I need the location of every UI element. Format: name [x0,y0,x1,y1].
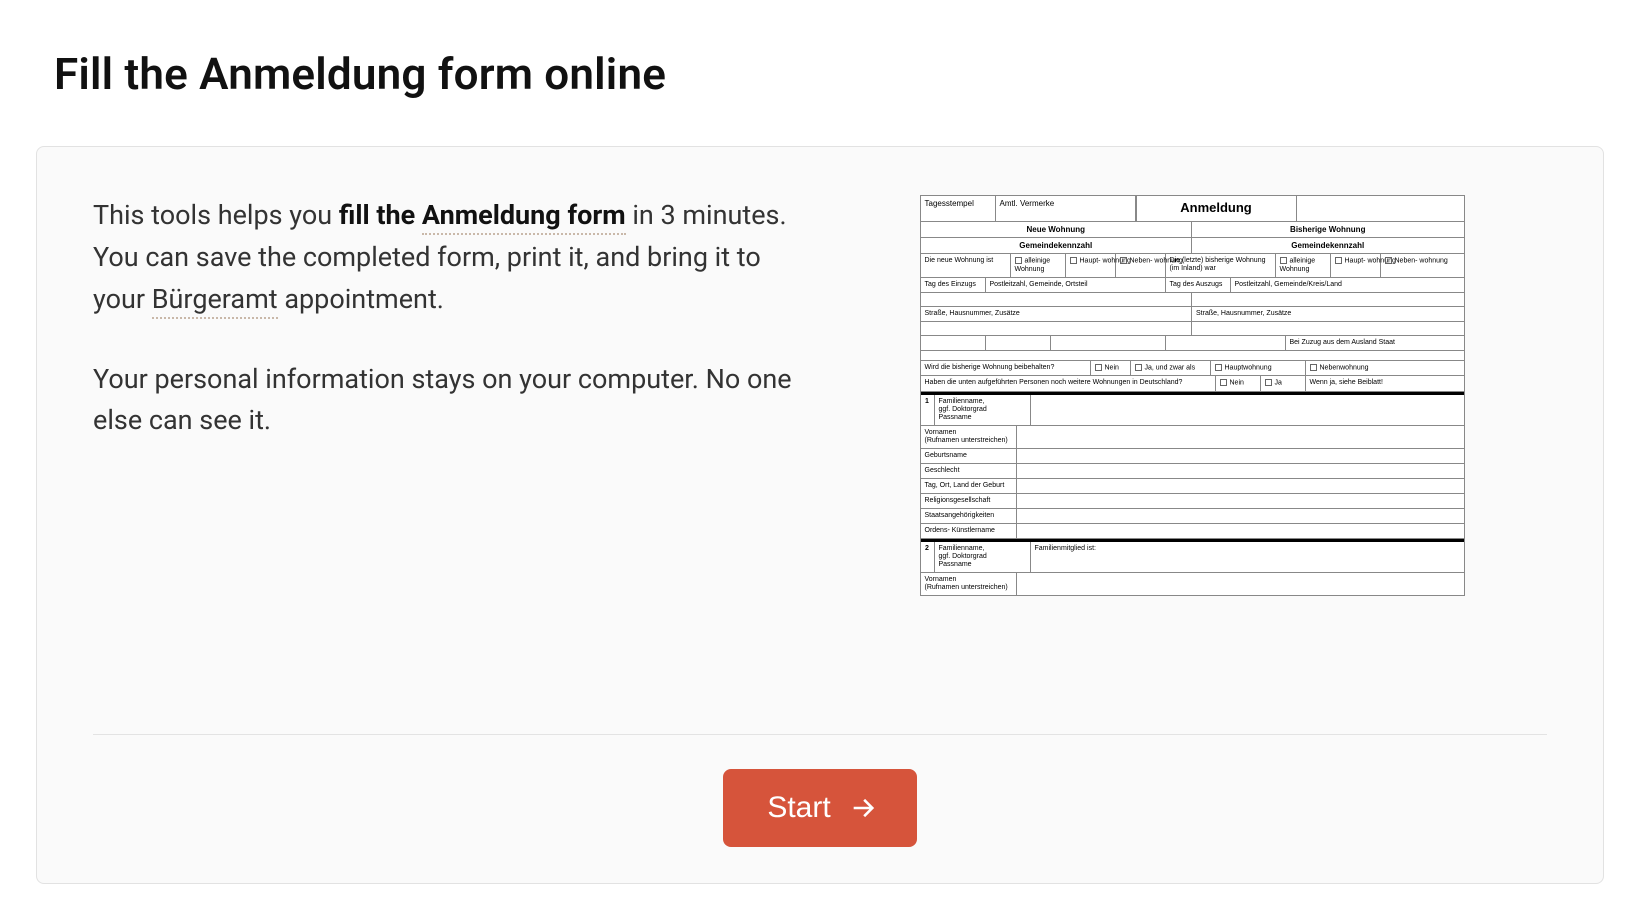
anmeldung-link[interactable]: Anmeldung form [422,199,626,235]
form-preview-image: Tagesstempel Amtl. Vermerke Anmeldung Ne… [920,195,1465,596]
divider [93,734,1547,735]
page-title: Fill the Anmeldung form online [54,48,1604,100]
buergeramt-link[interactable]: Bürgeramt [152,283,278,319]
start-button-label: Start [767,791,830,825]
arrow-right-icon [849,794,877,822]
intro-card: This tools helps you fill the Anmeldung … [36,146,1604,884]
intro-text: This tools helps you fill the Anmeldung … [93,195,813,596]
start-button[interactable]: Start [723,769,916,847]
